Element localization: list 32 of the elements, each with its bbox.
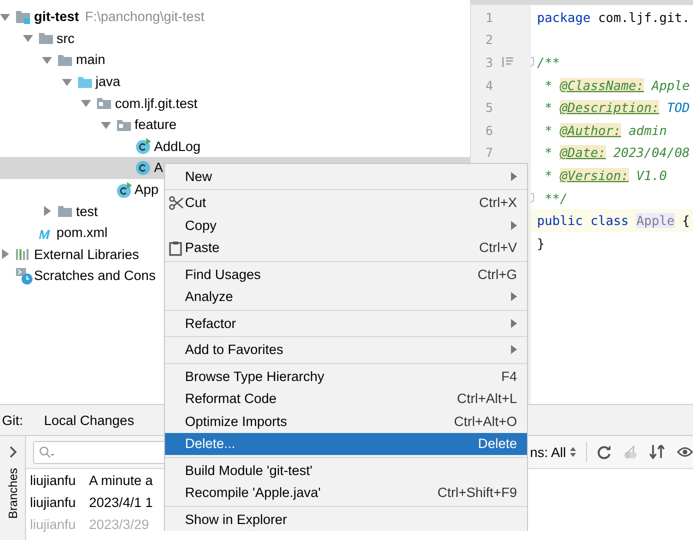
shortcut-label: Ctrl+Alt+L xyxy=(456,391,517,406)
commit-date: 2023/3/29 xyxy=(89,516,150,532)
commit-author: liujianfu xyxy=(30,494,77,510)
shortcut-label: F4 xyxy=(501,368,517,384)
commit-author: liujianfu xyxy=(30,472,77,488)
shortcut-label: Ctrl+V xyxy=(479,240,517,256)
line-number: 4 xyxy=(484,78,493,93)
shortcut-label: Ctrl+Shift+F9 xyxy=(437,485,517,500)
code-line: * @Version: V1.0 xyxy=(544,166,668,185)
tool-window-title: Git: xyxy=(2,412,24,428)
shortcut-label: Ctrl+G xyxy=(478,266,517,282)
line-number: 1 xyxy=(484,10,493,25)
code-line: **/ xyxy=(531,186,693,210)
commit-author: liujianfu xyxy=(30,516,77,532)
code-line: package com.ljf.git. xyxy=(536,8,691,27)
line-number: 5 xyxy=(484,100,493,116)
code-line: * @ClassName: Apple xyxy=(544,76,691,95)
shortcut-label: Delete xyxy=(478,436,517,452)
commit-date: A minute a xyxy=(89,472,153,488)
project-path: F:\panchong\git-test xyxy=(85,9,204,24)
line-number: 3 xyxy=(484,54,493,70)
line-number: 7 xyxy=(484,145,493,160)
code-line: * @Date: 2023/04/08 xyxy=(544,144,691,162)
line-number: 2 xyxy=(484,32,493,48)
code-line: * @Author: admin xyxy=(544,122,668,140)
shortcut-label: Ctrl+X xyxy=(479,195,517,210)
shortcut-label: Ctrl+Alt+O xyxy=(454,414,517,429)
code-line: } xyxy=(536,234,546,253)
line-number: 6 xyxy=(484,122,493,138)
code-line: /** xyxy=(531,51,693,74)
commit-date: 2023/4/1 1 xyxy=(89,494,153,510)
code-line: * @Description: TOD xyxy=(544,99,691,118)
